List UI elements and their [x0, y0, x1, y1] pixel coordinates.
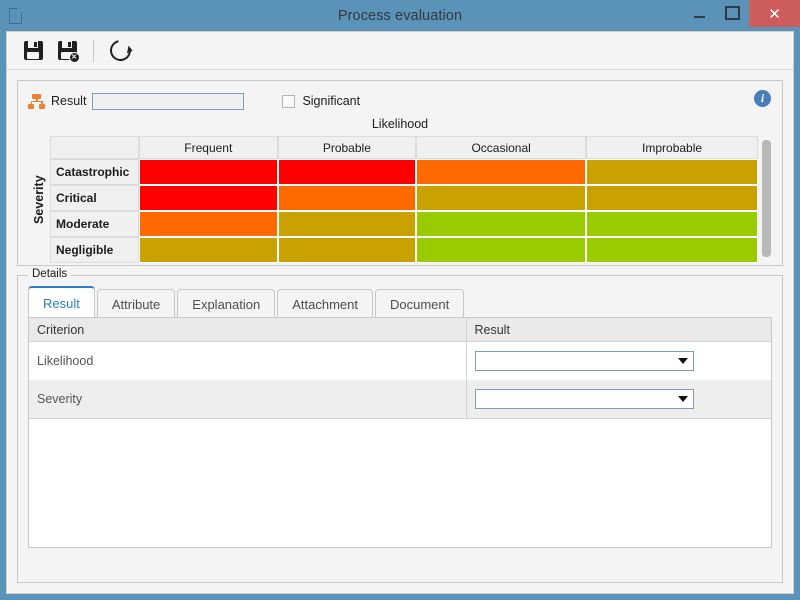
chevron-down-icon — [677, 358, 688, 364]
matrix-corner-cell — [50, 136, 139, 159]
matrix-cell[interactable] — [416, 237, 587, 263]
matrix-col-header: Improbable — [586, 136, 758, 159]
tab-result[interactable]: Result — [28, 286, 95, 318]
table-row: Severity — [29, 380, 771, 418]
risk-matrix-table: Frequent Probable Occasional Improbable … — [50, 136, 758, 263]
criterion-name-likelihood: Likelihood — [29, 341, 467, 380]
matrix-header-row: Frequent Probable Occasional Improbable — [50, 136, 758, 159]
details-legend: Details — [28, 268, 72, 280]
save-and-close-button[interactable]: ✕ — [51, 36, 83, 66]
table-row: Likelihood — [29, 341, 771, 380]
matrix-cell[interactable] — [277, 237, 417, 263]
info-icon[interactable]: i — [754, 90, 771, 107]
result-row: Result Significant i — [28, 89, 772, 113]
matrix-cell[interactable] — [416, 159, 587, 185]
table-row: Critical — [50, 185, 758, 211]
window-title: Process evaluation — [337, 7, 463, 24]
matrix-col-header: Probable — [277, 136, 417, 159]
floppy-disk-icon — [23, 41, 43, 60]
matrix-row-header: Catastrophic — [50, 159, 139, 185]
matrix-cell[interactable] — [416, 211, 587, 237]
criterion-table-empty-area — [29, 418, 771, 547]
matrix-wrapper: Severity Frequent Probable Occasional Im… — [28, 136, 772, 263]
toolbar: ✕ — [6, 31, 794, 69]
minimize-button[interactable] — [683, 0, 716, 26]
likelihood-axis-title: Likelihood — [371, 117, 429, 131]
criterion-header-row: Criterion Result — [29, 318, 771, 342]
refresh-button[interactable] — [104, 36, 136, 66]
window-content: Result Significant i Likelihood Severity — [6, 69, 794, 594]
matrix-cell[interactable] — [277, 159, 417, 185]
column-header-criterion: Criterion — [29, 318, 467, 342]
matrix-cell[interactable] — [586, 159, 758, 185]
tab-document[interactable]: Document — [375, 289, 465, 318]
result-input[interactable] — [92, 92, 245, 110]
column-header-result: Result — [466, 318, 771, 342]
matrix-row-header: Critical — [50, 185, 139, 211]
matrix-cell[interactable] — [139, 159, 278, 185]
matrix-row-header: Moderate — [50, 211, 139, 237]
tab-attachment[interactable]: Attachment — [277, 289, 373, 318]
save-button[interactable] — [17, 36, 49, 66]
details-tabs: Result Attribute Explanation Attachment … — [28, 286, 772, 318]
criterion-result-cell — [466, 380, 771, 418]
matrix-cell[interactable] — [139, 211, 278, 237]
chevron-down-icon — [677, 396, 688, 402]
details-bottom-spacer — [28, 548, 772, 572]
matrix-cell[interactable] — [416, 185, 587, 211]
significant-checkbox-wrapper[interactable]: Significant — [282, 94, 360, 108]
matrix-cell[interactable] — [586, 185, 758, 211]
risk-matrix-panel: Result Significant i Likelihood Severity — [17, 80, 783, 266]
close-button[interactable]: ✕ — [749, 0, 800, 27]
result-tab-panel: Criterion Result Likelihood Severity — [28, 317, 772, 548]
matrix-scrollbar-thumb[interactable] — [762, 140, 771, 257]
tab-attribute[interactable]: Attribute — [96, 289, 176, 318]
criterion-table: Criterion Result Likelihood Severity — [29, 318, 771, 418]
matrix-row-header: Negligible — [50, 237, 139, 263]
matrix-cell[interactable] — [139, 185, 278, 211]
matrix-cell[interactable] — [277, 185, 417, 211]
criterion-name-severity: Severity — [29, 380, 467, 418]
window-controls: ✕ — [683, 0, 800, 31]
matrix-cell[interactable] — [277, 211, 417, 237]
refresh-icon — [105, 36, 135, 65]
floppy-disk-x-icon: ✕ — [57, 41, 80, 63]
maximize-button[interactable] — [716, 0, 749, 26]
table-row: Catastrophic — [50, 159, 758, 185]
matrix-col-header: Frequent — [139, 136, 278, 159]
tab-explanation[interactable]: Explanation — [177, 289, 276, 318]
severity-dropdown[interactable] — [474, 389, 694, 409]
matrix-cell[interactable] — [139, 237, 278, 263]
matrix-cell[interactable] — [586, 211, 758, 237]
result-label: Result — [51, 94, 87, 108]
table-row: Moderate — [50, 211, 758, 237]
document-icon — [0, 0, 30, 31]
title-bar: Process evaluation ✕ — [0, 0, 800, 31]
details-group: Details Result Attribute Explanation Att… — [17, 268, 783, 583]
matrix-cell[interactable] — [586, 237, 758, 263]
matrix-col-header: Occasional — [416, 136, 587, 159]
matrix-body: Catastrophic Critical Moderate Negligibl… — [50, 159, 758, 263]
sitemap-icon — [28, 93, 45, 109]
significant-checkbox[interactable] — [282, 94, 296, 108]
severity-axis-title: Severity — [32, 175, 46, 224]
criterion-result-cell — [466, 341, 771, 380]
likelihood-dropdown[interactable] — [474, 351, 694, 371]
matrix-scrollbar[interactable] — [761, 136, 772, 263]
significant-label: Significant — [302, 94, 361, 108]
table-row: Negligible — [50, 237, 758, 263]
process-evaluation-window: Process evaluation ✕ ✕ Result Significan… — [0, 0, 800, 600]
toolbar-separator — [93, 39, 94, 62]
